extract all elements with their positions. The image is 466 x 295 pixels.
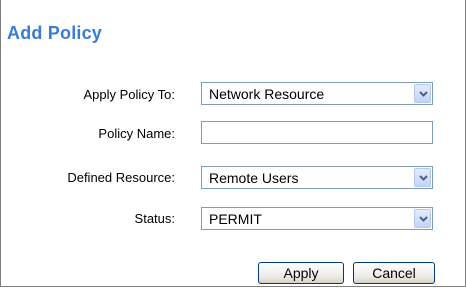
chevron-down-icon bbox=[419, 216, 428, 222]
chevron-down-icon bbox=[419, 175, 428, 181]
policy-name-input[interactable] bbox=[201, 121, 433, 144]
policy-name-label: Policy Name: bbox=[98, 126, 175, 141]
chevron-down-icon bbox=[419, 91, 428, 97]
add-policy-panel: Add Policy Apply Policy To: Network Reso… bbox=[0, 0, 466, 287]
apply-policy-to-label: Apply Policy To: bbox=[83, 87, 175, 102]
defined-resource-select[interactable]: Remote Users bbox=[201, 166, 433, 189]
defined-resource-value: Remote Users bbox=[209, 170, 299, 186]
apply-button[interactable]: Apply bbox=[258, 262, 344, 284]
defined-resource-label: Defined Resource: bbox=[67, 170, 175, 185]
apply-policy-to-select[interactable]: Network Resource bbox=[201, 82, 433, 105]
page-title: Add Policy bbox=[7, 23, 103, 43]
apply-policy-to-value: Network Resource bbox=[209, 86, 325, 102]
status-value: PERMIT bbox=[209, 211, 262, 227]
apply-policy-to-dropdown-button[interactable] bbox=[414, 84, 431, 103]
status-label: Status: bbox=[134, 211, 175, 226]
status-dropdown-button[interactable] bbox=[414, 209, 431, 228]
defined-resource-dropdown-button[interactable] bbox=[414, 168, 431, 187]
status-select[interactable]: PERMIT bbox=[201, 207, 433, 230]
cancel-button[interactable]: Cancel bbox=[353, 262, 435, 284]
